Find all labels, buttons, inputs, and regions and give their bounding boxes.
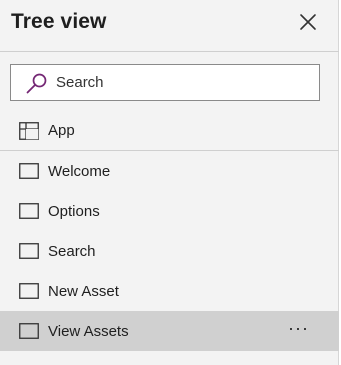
tree-item-label: New Asset [48, 283, 119, 300]
tree-item-screen[interactable]: New Asset [0, 271, 339, 311]
search-icon [25, 72, 49, 94]
more-options-icon[interactable]: ··· [288, 319, 312, 339]
close-icon[interactable] [296, 10, 320, 34]
screen-icon [19, 163, 39, 179]
screen-icon [19, 203, 39, 219]
tree-item-screen[interactable]: Options [0, 191, 339, 231]
tree-item-label: Options [48, 203, 100, 220]
tree-item-label: Welcome [48, 163, 111, 180]
panel-title: Tree view [11, 10, 107, 33]
screen-icon [19, 243, 39, 259]
tree-item-screen[interactable]: Welcome [0, 151, 339, 191]
tree-item-label: Search [48, 243, 96, 260]
screen-icon [19, 283, 39, 299]
tree-item-label: View Assets [48, 323, 129, 340]
tree-view-panel: Tree view App [0, 0, 339, 365]
app-grid-icon [19, 122, 39, 140]
search-input[interactable] [56, 65, 311, 100]
screen-icon [19, 323, 39, 339]
panel-header: Tree view [0, 0, 339, 52]
tree-item-screen[interactable]: Search [0, 231, 339, 271]
search-box[interactable] [10, 64, 320, 101]
tree-item-app[interactable]: App [0, 111, 339, 151]
tree-item-label: App [48, 122, 75, 139]
tree-item-screen-selected[interactable]: View Assets ··· [0, 311, 339, 351]
